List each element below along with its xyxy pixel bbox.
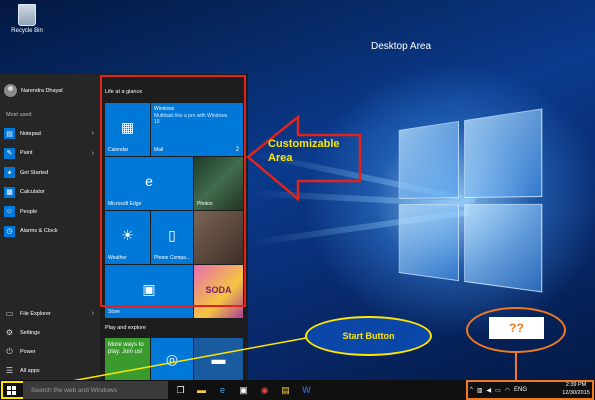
avatar [4, 84, 17, 97]
unknown-label-box: ?? [489, 317, 544, 339]
start-item-power[interactable]: ⏻ Power [4, 342, 98, 361]
tile-label: Store [108, 309, 120, 315]
chevron-right-icon[interactable]: › [92, 310, 94, 317]
clapperboard-icon: ▬ [211, 350, 226, 367]
windows-logo-wallpaper [398, 107, 552, 303]
start-menu-left-pane: Narendra Dhayal Most used ▤ Notepad › ✎ Pain… [0, 74, 100, 380]
power-icon: ⏻ [6, 346, 13, 356]
start-item-settings[interactable]: ⚙ Settings [4, 323, 98, 342]
edge-icon[interactable]: e [214, 381, 231, 399]
start-item-file-explorer[interactable]: ▭ File Explorer › [4, 304, 98, 323]
folder-icon: ▭ [5, 309, 14, 318]
customizable-area-highlight [100, 75, 246, 307]
lightbulb-icon: ✦ [4, 167, 15, 179]
start-item-label: Calculator [20, 189, 45, 196]
search-placeholder: Search the web and Windows [31, 386, 117, 394]
start-item-label: Alarms & Clock [20, 228, 58, 235]
customizable-area-label: Customizable Area [268, 138, 340, 164]
store-icon[interactable]: ▣ [235, 381, 252, 399]
notepad-icon: ▤ [4, 128, 15, 140]
groove-music-icon: ◎ [165, 350, 179, 367]
start-item-calculator[interactable]: ▦ Calculator [4, 183, 98, 203]
start-bottom-list: ▭ File Explorer › ⚙ Settings ⏻ Power ☰ All apps [4, 304, 98, 380]
recycle-bin[interactable]: Recycle Bin [4, 4, 50, 34]
list-icon: ☰ [5, 366, 14, 375]
start-item-label: Settings [20, 329, 40, 336]
start-item-label: Power [20, 348, 36, 355]
start-item-get-started[interactable]: ✦ Get Started [4, 163, 98, 183]
chrome-icon[interactable]: ◉ [256, 381, 273, 399]
recycle-bin-icon [18, 4, 36, 26]
xbox-promo-text: More ways to play. Join us! [108, 342, 144, 355]
start-item-people[interactable]: ☺ People [4, 202, 98, 222]
people-icon: ☺ [4, 206, 15, 218]
task-view-icon[interactable]: ❐ [172, 381, 189, 399]
tile-groove[interactable]: ◎ [151, 338, 193, 380]
user-account[interactable]: Narendra Dhayal [4, 84, 63, 97]
start-item-paint[interactable]: ✎ Paint › [4, 144, 98, 164]
taskbar-pinned-apps: ❐ ▬ e ▣ ◉ ▤ W [172, 381, 315, 399]
start-item-label: People [20, 208, 38, 215]
start-item-all-apps[interactable]: ☰ All apps [4, 361, 98, 380]
user-name: Narendra Dhayal [21, 87, 63, 94]
start-item-label: Get Started [20, 169, 49, 176]
gear-icon: ⚙ [5, 328, 14, 337]
tile-xbox[interactable]: More ways to play. Join us! [105, 338, 150, 380]
recycle-bin-label: Recycle Bin [11, 28, 43, 34]
start-item-label: Paint [20, 150, 33, 157]
calculator-icon: ▦ [4, 186, 15, 198]
start-button-callout-text: Start Button [342, 331, 395, 341]
start-item-label: Notepad [20, 130, 41, 137]
notepad-icon[interactable]: ▤ [277, 381, 294, 399]
paint-icon: ✎ [4, 147, 15, 159]
start-item-notepad[interactable]: ▤ Notepad › [4, 124, 98, 144]
most-used-list: ▤ Notepad › ✎ Paint › ✦ Get Started ▦ Calculator ☺… [4, 124, 98, 241]
start-button-callout: Start Button [305, 316, 432, 356]
file-explorer-icon[interactable]: ▬ [193, 381, 210, 399]
tray-highlight [466, 380, 594, 400]
search-box[interactable]: Search the web and Windows [23, 381, 168, 399]
start-item-label: All apps [20, 367, 40, 374]
word-icon[interactable]: W [298, 381, 315, 399]
start-item-label: File Explorer [20, 310, 51, 317]
most-used-heading: Most used [6, 112, 32, 118]
tile-movies[interactable]: ▬ [194, 338, 243, 380]
unknown-label: ?? [509, 321, 524, 335]
start-item-alarms-clock[interactable]: ◷ Alarms & Clock [4, 222, 98, 242]
chevron-right-icon[interactable]: › [92, 150, 94, 157]
chevron-right-icon[interactable]: › [92, 130, 94, 137]
clock-icon: ◷ [4, 225, 15, 237]
desktop-area-label: Desktop Area [371, 41, 432, 52]
tile-group-label: Play and explore [105, 325, 146, 331]
